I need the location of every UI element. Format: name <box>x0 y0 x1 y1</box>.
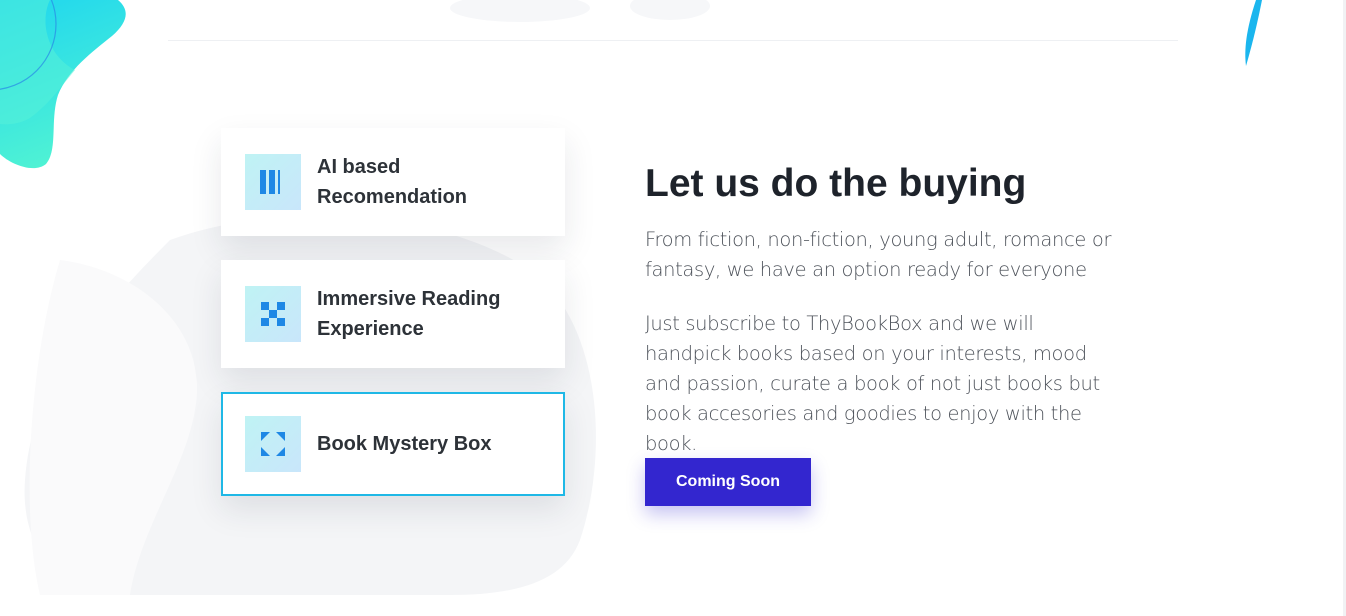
decorative-faint-shape <box>450 0 710 22</box>
decorative-blob <box>0 0 126 169</box>
section-headline: Let us do the buying <box>645 162 1027 205</box>
page: AI based Recomendation Immersive Reading… <box>0 0 1346 616</box>
section-divider <box>168 40 1178 41</box>
feature-label: Immersive Reading Experience <box>317 288 501 340</box>
expand-corners-icon <box>245 416 301 472</box>
bars-icon <box>245 154 301 210</box>
intro-paragraph: From fiction, non-fiction, young adult, … <box>645 228 1112 281</box>
feature-card-mystery-box[interactable]: Book Mystery Box <box>221 392 565 496</box>
description-paragraph: Just subscribe to ThyBookBox and we will… <box>645 312 1100 455</box>
feature-card-ai-recommendation[interactable]: AI based Recomendation <box>221 128 565 236</box>
decorative-accent-shape <box>1245 0 1262 66</box>
feature-label: Book Mystery Box <box>317 433 492 455</box>
checker-grid-icon <box>245 286 301 342</box>
feature-label: AI based Recomendation <box>317 156 468 208</box>
feature-card-immersive-reading[interactable]: Immersive Reading Experience <box>221 260 565 368</box>
coming-soon-button[interactable]: Coming Soon <box>645 458 811 506</box>
